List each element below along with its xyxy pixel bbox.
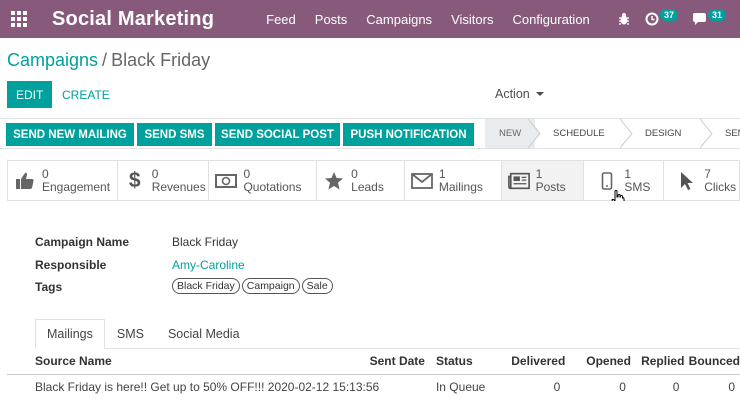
pointer-icon: [676, 170, 698, 192]
menu-visitors[interactable]: Visitors: [451, 12, 493, 27]
stat-posts-label: Posts: [535, 179, 566, 194]
stat-quotations-label: Quotations: [243, 179, 302, 194]
stage-design-label: DESIGN: [645, 128, 682, 139]
responsible-value[interactable]: Amy-Caroline: [172, 258, 245, 272]
col-delivered[interactable]: Delivered: [503, 349, 566, 375]
stat-leads-label: Leads: [351, 179, 384, 194]
menu-feed[interactable]: Feed: [266, 12, 296, 27]
col-replied[interactable]: Replied: [630, 349, 685, 375]
stage-pipeline: NEW SCHEDULE DESIGN SENT: [485, 119, 740, 148]
messages-icon[interactable]: 31: [692, 9, 726, 26]
stat-engagement[interactable]: 0 Engagement: [8, 161, 118, 200]
cell-source-name: Black Friday is here!! Get up to 50% OFF…: [35, 380, 265, 395]
envelope-icon: [410, 170, 433, 192]
create-button[interactable]: CREATE: [62, 81, 110, 108]
cell-source-date: Black Friday is here!! Get up to 50% OFF…: [7, 374, 425, 400]
notebook-tabs: Mailings SMS Social Media: [35, 319, 252, 349]
top-navbar: Social Marketing Feed Posts Campaigns Vi…: [0, 0, 740, 38]
col-source-name[interactable]: Source Name: [7, 349, 369, 375]
activity-clock-icon[interactable]: 37: [645, 9, 678, 26]
mailings-table: Source Name Sent Date Status Delivered O…: [7, 349, 740, 400]
form-statusbar: SEND NEW MAILING SEND SMS SEND SOCIAL PO…: [0, 118, 740, 149]
table-row[interactable]: Black Friday is here!! Get up to 50% OFF…: [7, 374, 740, 400]
stat-clicks-label: Clicks: [704, 179, 737, 194]
col-bounced[interactable]: Bounced: [684, 349, 740, 375]
stat-posts[interactable]: 1 Posts: [501, 161, 585, 200]
breadcrumb-current: Black Friday: [111, 50, 211, 70]
edit-button[interactable]: EDIT: [7, 81, 53, 108]
menu-configuration[interactable]: Configuration: [512, 12, 589, 27]
tag-sale[interactable]: Sale: [301, 278, 333, 294]
stat-mailings-label: Mailings: [438, 179, 483, 194]
cell-sent-date: 2020-02-12 15:13:56: [267, 380, 380, 395]
stat-sms-label: SMS: [624, 179, 651, 194]
cell-opened: 0: [619, 380, 626, 395]
mobile-icon: [596, 170, 618, 192]
messages-badge: 31: [707, 9, 726, 21]
cell-delivered: 0: [553, 380, 561, 395]
responsible-label: Responsible: [35, 258, 107, 272]
send-new-mailing-button[interactable]: SEND NEW MAILING: [6, 123, 134, 146]
send-social-post-button[interactable]: SEND SOCIAL POST: [215, 123, 340, 146]
tags-list: Black Friday Campaign Sale: [172, 278, 335, 294]
smart-buttons: 0 Engagement $ 0 Revenues 0 Quotations 0 Lea…: [7, 160, 740, 201]
app-title[interactable]: Social Marketing: [52, 8, 214, 31]
stage-schedule-label: SCHEDULE: [553, 128, 605, 139]
tab-mailings[interactable]: Mailings: [35, 319, 105, 349]
breadcrumb-separator: /: [102, 50, 108, 70]
tab-sms[interactable]: SMS: [104, 319, 156, 349]
action-dropdown[interactable]: Action: [495, 87, 544, 101]
send-sms-button[interactable]: SEND SMS: [137, 123, 212, 146]
stage-sent-label: SENT: [725, 128, 740, 139]
col-status[interactable]: Status: [424, 349, 504, 375]
activity-badge: 37: [659, 9, 678, 21]
menu-campaigns[interactable]: Campaigns: [366, 12, 432, 27]
campaign-name-label: Campaign Name: [35, 235, 130, 249]
breadcrumb-campaigns[interactable]: Campaigns: [7, 50, 98, 70]
stat-quotations[interactable]: 0 Quotations: [209, 161, 318, 200]
money-icon: [215, 170, 238, 192]
tag-black-friday[interactable]: Black Friday: [172, 278, 240, 294]
stat-clicks[interactable]: 7 Clicks: [664, 161, 739, 200]
cell-bounced: 0: [728, 380, 735, 395]
stage-design[interactable]: DESIGN: [627, 119, 713, 148]
newspaper-icon: [507, 170, 530, 192]
bug-icon[interactable]: [617, 12, 631, 26]
dollar-icon: $: [128, 168, 141, 192]
breadcrumb: Campaigns / Black Friday: [7, 50, 210, 71]
stage-new-label: NEW: [499, 128, 522, 139]
apps-menu-icon[interactable]: [0, 0, 38, 38]
col-sent-date[interactable]: Sent Date: [368, 349, 425, 375]
stage-schedule[interactable]: SCHEDULE: [535, 119, 633, 148]
stage-sent[interactable]: SENT: [707, 119, 740, 148]
col-opened[interactable]: Opened: [565, 349, 631, 375]
menu-posts[interactable]: Posts: [315, 12, 348, 27]
stat-engagement-label: Engagement: [42, 179, 111, 194]
star-icon: [323, 170, 345, 192]
tag-campaign[interactable]: Campaign: [241, 278, 300, 294]
cell-replied: 0: [672, 380, 680, 395]
caret-down-icon: [535, 92, 544, 96]
table-header-row: Source Name Sent Date Status Delivered O…: [7, 349, 740, 375]
stat-revenues-label: Revenues: [151, 179, 206, 194]
form-sheet: Campaign Name Black Friday Responsible A…: [7, 201, 740, 410]
push-notification-button[interactable]: PUSH NOTIFICATION: [343, 123, 474, 146]
thumbs-up-icon: [14, 170, 36, 192]
cell-status: In Queue: [435, 380, 486, 395]
tab-social-media[interactable]: Social Media: [155, 319, 252, 349]
action-label: Action: [495, 87, 530, 101]
stat-mailings[interactable]: 1 Mailings: [404, 161, 502, 200]
tags-label: Tags: [35, 280, 63, 294]
stage-new[interactable]: NEW: [485, 119, 541, 148]
stat-leads[interactable]: 0 Leads: [317, 161, 405, 200]
stat-revenues[interactable]: $ 0 Revenues: [117, 161, 210, 200]
campaign-name-value: Black Friday: [172, 235, 239, 249]
